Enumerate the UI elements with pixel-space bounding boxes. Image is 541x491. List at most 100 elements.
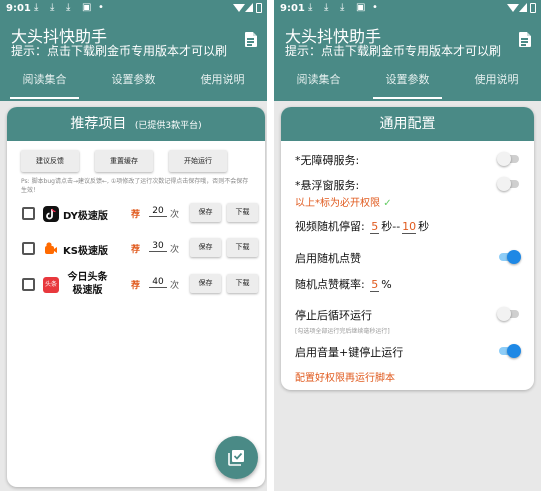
tab-reading[interactable]: 阅读集合 [0,66,89,99]
fab-check-button[interactable] [215,436,258,479]
volume-stop-switch[interactable] [497,344,521,358]
dot-icon: • [372,2,378,13]
project-checkbox[interactable] [22,207,35,220]
download-button[interactable]: 下载 [227,238,258,257]
tab-bar: 阅读集合 设置参数 使用说明 [0,66,267,99]
count-unit: 次 [170,281,180,291]
overlay-switch[interactable] [497,177,519,191]
count-unit: 次 [170,245,180,255]
card-header: 通用配置 [281,107,534,141]
recommend-tag: 荐 [131,210,141,220]
download-icon: ⤓ [324,2,329,13]
stop-loop-note: [勾选项全部运行完后继续毫秒运行] [295,328,390,335]
like-rate-row: 随机点赞概率: 5% [295,276,392,292]
run-count-input[interactable]: 30 [149,241,167,252]
action-buttons: 建议反馈 重置缓存 开始运行 [21,150,227,172]
notification-icon: ▣ [356,2,366,13]
stay-max-input[interactable]: 10 [402,220,417,234]
download-icon: ⤓ [50,2,55,13]
download-icon: ⤓ [66,2,71,13]
tab-reading[interactable]: 阅读集合 [274,66,363,99]
like-rate-label: 随机点赞概率: [295,278,365,291]
save-button[interactable]: 保存 [190,274,221,293]
project-name-line2: 极速版 [72,285,103,296]
notification-icon: ▣ [82,2,92,13]
douyin-logo-icon [43,206,59,222]
volume-stop-label: 启用音量+键停止运行 [295,346,404,359]
check-icon: ✓ [383,198,392,209]
reading-screen: 9:01 ⤓ ⤓ ⤓ ▣ • 大头抖快助手 提示：点击下载刷金币专用版本才可以刷… [0,0,267,491]
status-time: 9:01 [280,3,305,14]
project-checkbox[interactable] [22,278,35,291]
project-row: 头条 今日头条 极速版 荐 40 次 保存 下载 [22,271,258,297]
project-name: KS极速版 [63,246,108,257]
recommend-tag: 荐 [131,281,141,291]
status-time: 9:01 [6,3,31,14]
check-box-icon [228,450,244,466]
run-count-input[interactable]: 40 [149,277,167,288]
download-button[interactable]: 下载 [227,203,258,222]
like-rate-unit: % [381,278,392,291]
document-icon[interactable] [519,32,531,47]
download-icon: ⤓ [34,2,39,13]
app-subtitle: 提示：点击下载刷金币专用版本才可以刷 [285,44,502,58]
app-subtitle: 提示：点击下载刷金币专用版本才可以刷 [11,44,228,58]
status-bar: 9:01 ⤓ ⤓ ⤓ ▣ • [274,0,541,18]
stop-loop-label: 停止后循环运行 [295,309,372,322]
project-checkbox[interactable] [22,242,35,255]
video-stay-row: 视频随机停留: 5 秒-- 10 秒 [295,218,429,234]
tab-help[interactable]: 使用说明 [178,66,267,99]
recommend-tag: 荐 [131,245,141,255]
save-button[interactable]: 保存 [190,238,221,257]
count-unit: 次 [170,210,180,220]
random-like-switch[interactable] [497,250,521,264]
signal-icon [519,3,527,12]
dot-icon: • [98,2,104,13]
project-name: DY极速版 [63,211,108,222]
accessibility-switch[interactable] [497,152,519,166]
stay-unit: 秒 [418,220,430,233]
stop-loop-switch[interactable] [497,307,519,321]
save-button[interactable]: 保存 [190,203,221,222]
project-row: DY极速版 荐 20 次 保存 下载 [22,202,258,226]
required-note: 以上*标为必开权限 ✓ [295,194,392,209]
stay-min-input[interactable]: 5 [370,220,380,234]
kuaishou-logo-icon [43,241,59,257]
project-name: 今日头条 极速版 [60,271,115,297]
document-icon[interactable] [245,32,257,47]
hint-text: Ps: 脚本bug请点击→建议反馈←, ①项修改了运行次数记得点击保存哦，否则不… [21,178,249,194]
card-title: 推荐项目 [70,116,127,132]
footer-note: 配置好权限再运行脚本 [295,373,395,384]
start-run-button[interactable]: 开始运行 [169,150,227,172]
project-name-line1: 今日头条 [67,272,108,283]
settings-screen: 9:01 ⤓ ⤓ ⤓ ▣ • 大头抖快助手 提示：点击下载刷金币专用版本才可以刷… [274,0,541,491]
feedback-button[interactable]: 建议反馈 [21,150,79,172]
wifi-icon [507,4,519,12]
download-icon: ⤓ [308,2,313,13]
status-bar: 9:01 ⤓ ⤓ ⤓ ▣ • [0,0,267,18]
card-header: 推荐项目 (已提供3款平台) [7,107,265,141]
required-note-text: 以上*标为必开权限 [295,198,380,209]
overlay-label: *悬浮窗服务: [295,179,360,192]
video-stay-label: 视频随机停留: [295,220,365,233]
app-bar: 9:01 ⤓ ⤓ ⤓ ▣ • 大头抖快助手 提示：点击下载刷金币专用版本才可以刷… [274,0,541,101]
card-title: 通用配置 [379,116,436,132]
tab-bar: 阅读集合 设置参数 使用说明 [274,66,541,99]
tab-settings[interactable]: 设置参数 [363,66,452,99]
recommend-card: 推荐项目 (已提供3款平台) 建议反馈 重置缓存 开始运行 Ps: 脚本bug请… [7,107,265,487]
tab-settings[interactable]: 设置参数 [89,66,178,99]
accessibility-label: *无障碍服务: [295,154,360,167]
run-count-input[interactable]: 20 [149,206,167,217]
download-icon: ⤓ [340,2,345,13]
tab-help[interactable]: 使用说明 [452,66,541,99]
app-bar: 9:01 ⤓ ⤓ ⤓ ▣ • 大头抖快助手 提示：点击下载刷金币专用版本才可以刷… [0,0,267,101]
like-rate-input[interactable]: 5 [370,278,380,292]
card-subtitle: (已提供3款平台) [134,121,202,131]
download-button[interactable]: 下载 [227,274,258,293]
battery-icon [256,3,262,13]
reset-cache-button[interactable]: 重置缓存 [95,150,153,172]
general-config-card: 通用配置 *无障碍服务: *悬浮窗服务: 以上*标为必开权限 ✓ 视频随机停留:… [281,107,534,390]
battery-icon [530,3,536,13]
project-row: KS极速版 荐 30 次 保存 下载 [22,237,258,261]
stay-range-sep: 秒-- [381,220,401,233]
